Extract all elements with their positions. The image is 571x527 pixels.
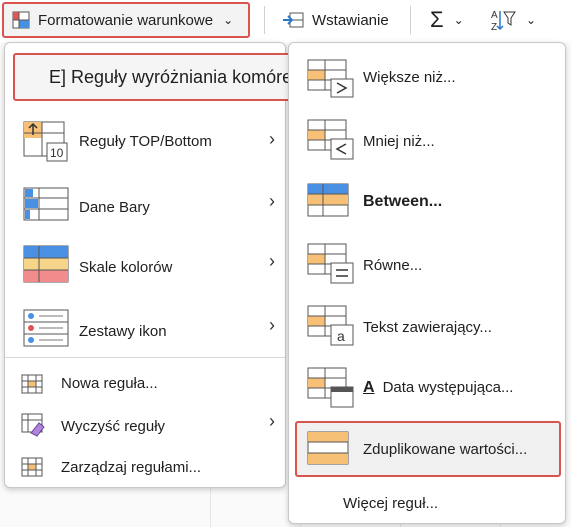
chevron-right-icon: › [269,251,275,271]
conditional-formatting-button[interactable]: Formatowanie warunkowe ⌄ [2,2,250,38]
menu-item-new-rule[interactable]: Nowa reguła... [5,369,285,399]
date-prefix: A [363,379,375,396]
clear-rules-icon [21,413,45,437]
chevron-right-icon: › [269,411,275,431]
icon-sets-icon [23,309,69,347]
menu-item-less-than[interactable]: Mniej niż... [289,115,565,163]
text-contains-icon: a [307,305,354,346]
insert-label: Wstawianie [312,11,389,29]
color-scales-icon [23,245,69,283]
menu-item-label: Skale kolorów [79,259,173,276]
menu-item-label: Reguły TOP/Bottom [79,133,212,150]
menu-item-label: Zestawy ikon [79,323,167,340]
duplicate-values-icon [307,431,349,465]
ribbon-divider [410,6,411,34]
conditional-formatting-icon [12,11,30,29]
between-icon [307,183,349,217]
menu-item-label: Zarządzaj regułami... [61,459,202,476]
menu-item-icon-sets[interactable]: Zestawy ikon › [5,305,285,355]
insert-cells-icon [283,12,304,28]
menu-item-label: Wyczyść reguły [61,418,166,435]
menu-item-label: Nowa reguła... [61,375,158,392]
menu-item-color-scales[interactable]: Skale kolorów › [5,241,285,291]
menu-item-manage-rules[interactable]: Zarządzaj regułami... [5,453,285,483]
chevron-down-icon: ⌄ [223,13,234,27]
new-rule-icon [21,374,43,394]
svg-text:a: a [337,328,345,344]
top-bottom-icon: 10 [23,121,68,162]
ribbon: Formatowanie warunkowe ⌄ Wstawianie Σ ⌄ … [0,0,571,42]
menu-item-label: Więcej reguł... [343,495,439,512]
menu-item-label: Mniej niż... [363,133,435,150]
menu-item-greater-than[interactable]: Większe niż... [289,55,565,99]
insert-button[interactable]: Wstawianie [282,4,389,36]
conditional-formatting-label: Formatowanie warunkowe [38,11,214,29]
menu-item-text-contains[interactable]: a Tekst zawierający... [289,301,565,349]
menu-item-duplicate-values[interactable]: Zduplikowane wartości... [289,425,565,473]
menu-item-label: Data występująca... [382,379,514,396]
menu-item-label: E] Reguły wyróżniania komórek [49,67,302,87]
menu-item-date-occurring[interactable]: A Data występująca... [289,363,565,411]
svg-text:Z: Z [491,22,497,32]
highlight-rules-submenu: Większe niż... Mniej niż... Between... R… [288,42,566,524]
autosum-button[interactable]: Σ ⌄ [430,4,464,36]
menu-item-between[interactable]: Between... [289,177,565,225]
conditional-formatting-menu: › E] Reguły wyróżniania komórek 10 Reguł… [4,42,343,488]
menu-item-data-bars[interactable]: Dane Bary › [5,181,285,231]
menu-item-clear-rules[interactable]: Wyczyść reguły › [5,409,285,443]
data-bars-icon [23,187,69,221]
menu-item-equal-to[interactable]: Równe... [289,239,565,287]
menu-item-label: Zduplikowane wartości... [363,441,528,458]
sigma-icon: Σ [430,7,444,32]
date-occurring-icon [307,367,354,408]
menu-item-label: Tekst zawierający... [363,319,492,336]
chevron-right-icon: › [269,191,275,211]
menu-item-top-bottom[interactable]: 10 Reguły TOP/Bottom › [5,117,285,167]
menu-item-label: Dane Bary [79,199,150,216]
menu-item-label: Równe... [363,257,423,274]
sort-filter-button[interactable]: A Z ⌄ [490,4,536,36]
menu-item-more-rules[interactable]: Więcej reguł... [289,489,565,519]
menu-divider [5,357,285,358]
menu-item-label: Większe niż... [363,69,456,86]
less-than-icon [307,119,354,160]
menu-item-label: Between... [363,193,443,210]
svg-text:10: 10 [50,146,64,160]
chevron-down-icon: ⌄ [453,13,464,27]
manage-rules-icon [21,457,43,477]
chevron-right-icon: › [269,315,275,335]
chevron-right-icon: › [269,129,275,149]
sort-filter-icon: A Z [491,10,516,32]
chevron-down-icon: ⌄ [526,13,537,27]
svg-text:A: A [491,10,498,21]
equal-to-icon [307,243,354,284]
menu-item-label-group: A Data występująca... [363,379,513,397]
ribbon-divider [264,6,265,34]
greater-than-icon [307,59,354,98]
